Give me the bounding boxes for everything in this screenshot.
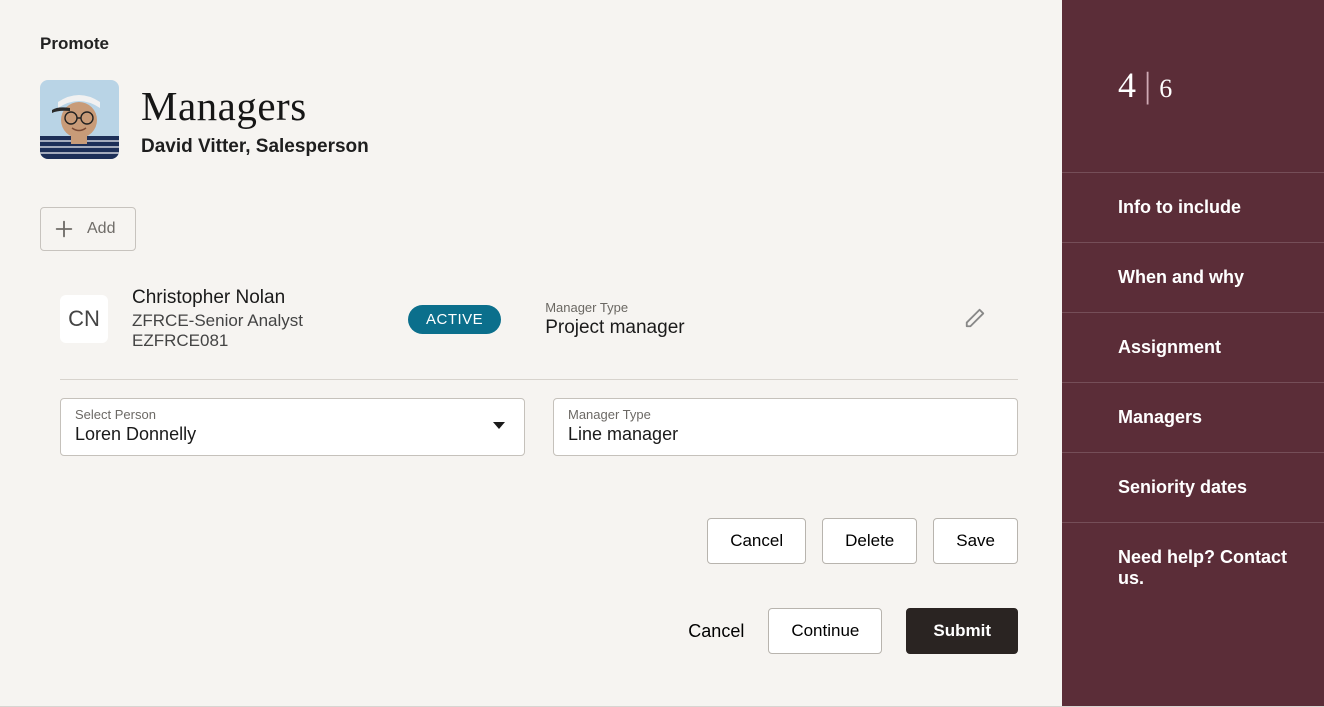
delete-button[interactable]: Delete	[822, 518, 917, 564]
step-managers[interactable]: Managers	[1062, 383, 1324, 453]
edit-button[interactable]	[956, 299, 994, 340]
manager-type-label: Manager Type	[545, 300, 684, 315]
add-button[interactable]: Add	[40, 207, 136, 251]
progress-indicator: 4 | 6	[1062, 64, 1324, 106]
pencil-icon	[964, 307, 986, 329]
page-title: Managers	[141, 82, 369, 130]
chevron-down-icon	[492, 418, 506, 436]
step-assignment[interactable]: Assignment	[1062, 313, 1324, 383]
step-info-to-include[interactable]: Info to include	[1062, 172, 1324, 243]
avatar	[40, 80, 119, 159]
manager-type-field[interactable]: Manager Type Line manager	[553, 398, 1018, 456]
step-need-help[interactable]: Need help? Contact us.	[1062, 523, 1324, 613]
select-person-field[interactable]: Select Person Loren Donnelly	[60, 398, 525, 456]
save-button[interactable]: Save	[933, 518, 1018, 564]
manager-code: EZFRCE081	[132, 331, 384, 351]
footer-cancel-button[interactable]: Cancel	[688, 621, 744, 642]
cancel-button[interactable]: Cancel	[707, 518, 806, 564]
manager-initials: CN	[60, 295, 108, 343]
step-when-and-why[interactable]: When and why	[1062, 243, 1324, 313]
plus-icon	[53, 218, 75, 240]
sidebar: 4 | 6 Info to include When and why Assig…	[1062, 0, 1324, 706]
status-badge: ACTIVE	[408, 305, 501, 334]
page-subtitle: David Vitter, Salesperson	[141, 136, 369, 158]
breadcrumb: Promote	[40, 34, 1038, 54]
select-person-label: Select Person	[75, 407, 510, 422]
select-person-value: Loren Donnelly	[75, 424, 510, 445]
manager-name: Christopher Nolan	[132, 287, 384, 309]
manager-type-field-value: Line manager	[568, 424, 1003, 445]
step-seniority-dates[interactable]: Seniority dates	[1062, 453, 1324, 523]
submit-button[interactable]: Submit	[906, 608, 1018, 654]
manager-type-field-label: Manager Type	[568, 407, 1003, 422]
manager-type-value: Project manager	[545, 317, 684, 339]
continue-button[interactable]: Continue	[768, 608, 882, 654]
manager-row: CN Christopher Nolan ZFRCE-Senior Analys…	[60, 287, 1018, 351]
manager-role: ZFRCE-Senior Analyst	[132, 311, 384, 331]
